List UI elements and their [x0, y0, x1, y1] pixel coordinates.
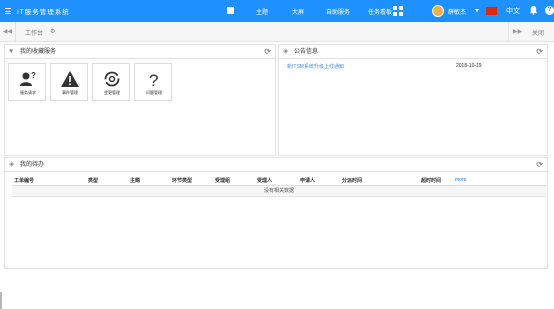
- gear-icon[interactable]: ⚙: [50, 28, 55, 35]
- column-header[interactable]: 主题: [130, 177, 140, 184]
- tab-bar: ◀◀ 工作台 ⚙ ▶▶ 关闭: [0, 22, 554, 42]
- app-title: IT服务管理系统: [17, 9, 70, 16]
- nav-bigscreen[interactable]: 大屏: [292, 7, 304, 16]
- tile-label: 事件管理: [62, 90, 78, 95]
- tile-incident[interactable]: 事件管理: [50, 63, 88, 101]
- column-header[interactable]: 类型: [88, 177, 98, 184]
- cube-icon: ◈: [283, 48, 289, 55]
- column-header[interactable]: 环节类型: [172, 177, 192, 184]
- square-icon[interactable]: [227, 7, 234, 14]
- column-header[interactable]: 受理人: [257, 177, 272, 184]
- close-tabs-button[interactable]: 关闭: [532, 28, 544, 37]
- more-link[interactable]: more: [455, 177, 466, 183]
- refresh-icon[interactable]: ⟳: [536, 158, 543, 172]
- language-switch[interactable]: 中文: [506, 6, 520, 16]
- chevron-down-icon[interactable]: [475, 9, 479, 12]
- todo-title: 我的待办: [20, 162, 45, 168]
- user-name[interactable]: 薛敏杰: [448, 7, 466, 16]
- column-header[interactable]: 受理组: [215, 177, 230, 184]
- tile-label: 问题管理: [146, 90, 162, 95]
- tile-service-request[interactable]: ? 服务请求: [8, 63, 46, 101]
- question-icon: ?: [149, 71, 158, 87]
- notices-title: 公告信息: [294, 49, 319, 55]
- cube-icon: ◈: [9, 161, 15, 168]
- svg-text:?: ?: [149, 71, 158, 87]
- user-question-icon: ?: [20, 71, 36, 86]
- column-header[interactable]: 超时时间: [421, 177, 441, 184]
- column-header[interactable]: 工单编号: [14, 177, 34, 184]
- heart-icon: ♥: [9, 48, 14, 55]
- notices-panel: ◈ 公告信息 ⟳: [278, 44, 548, 156]
- column-header[interactable]: 分派时间: [342, 177, 362, 184]
- svg-text:?: ?: [31, 71, 36, 80]
- scroll-left-icon[interactable]: ◀◀: [0, 22, 16, 42]
- tile-label: 变更管理: [104, 90, 120, 95]
- menu-icon[interactable]: [5, 7, 11, 15]
- column-header[interactable]: 申请人: [300, 177, 315, 184]
- avatar[interactable]: [432, 5, 444, 17]
- nav-task-board[interactable]: 任务看板: [368, 7, 392, 16]
- tile-change[interactable]: 变更管理: [92, 63, 130, 101]
- refresh-icon[interactable]: ⟳: [264, 45, 271, 59]
- refresh-icon[interactable]: ⟳: [536, 45, 543, 59]
- nav-theme[interactable]: 主题: [256, 7, 268, 16]
- scrollbar[interactable]: [0, 292, 2, 309]
- nav-self-service[interactable]: 自助服务: [326, 7, 350, 16]
- grid-icon[interactable]: [393, 6, 403, 16]
- bell-icon[interactable]: [529, 5, 538, 15]
- china-flag-icon[interactable]: [486, 7, 497, 15]
- scroll-right-icon[interactable]: ▶▶: [508, 22, 526, 42]
- favorites-title: 我的收藏服务: [20, 49, 57, 55]
- notice-link[interactable]: 新ITSM系统升级上线通知: [287, 63, 344, 70]
- cycle-gear-icon: [104, 71, 120, 87]
- tile-label: 服务请求: [20, 90, 36, 95]
- top-navbar: IT服务管理系统 主题 大屏 自助服务 任务看板 薛敏杰 中文 ?: [0, 0, 554, 22]
- warning-icon: [61, 71, 79, 87]
- notice-date: 2018-10-19: [456, 63, 482, 69]
- tab-workbench[interactable]: 工作台: [25, 28, 43, 37]
- help-icon[interactable]: ?: [545, 6, 554, 15]
- empty-message: 没有相关数据: [12, 186, 546, 197]
- tile-problem[interactable]: ? 问题管理: [134, 63, 172, 101]
- todo-panel: ◈ 我的待办 ⟳: [4, 157, 548, 269]
